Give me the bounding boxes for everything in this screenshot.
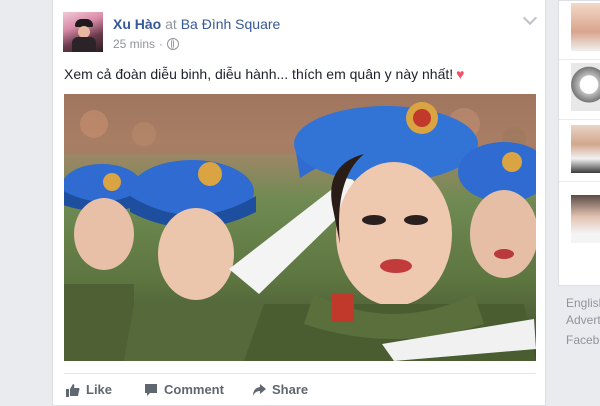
- post-card: Xu Hào at Ba Đình Square 25 mins · Xem c…: [52, 0, 546, 406]
- footer-link-advertising[interactable]: Advert: [566, 313, 600, 327]
- comment-icon: [145, 383, 157, 396]
- post-meta: 25 mins ·: [113, 37, 180, 51]
- place-link[interactable]: Ba Đình Square: [181, 16, 281, 32]
- comment-button[interactable]: Comment: [144, 382, 224, 397]
- rail-divider: [559, 59, 600, 60]
- like-label: Like: [86, 382, 113, 397]
- share-button[interactable]: Share: [252, 382, 308, 397]
- contacts-rail: [558, 0, 600, 286]
- comment-label: Comment: [164, 382, 224, 397]
- post-text-body: Xem cả đoàn diễu binh, diễu hành... thíc…: [64, 66, 454, 82]
- author-name-link[interactable]: Xu Hào: [113, 16, 161, 32]
- thumbs-up-icon: [66, 383, 80, 397]
- chevron-down-icon[interactable]: [522, 10, 538, 26]
- rail-divider: [559, 181, 600, 182]
- post-actions: Like Comment Share: [64, 373, 536, 406]
- photo-illustration: [64, 94, 536, 361]
- timestamp-link[interactable]: 25 mins: [113, 37, 155, 51]
- post-photo[interactable]: [64, 94, 536, 361]
- post-header: Xu Hào at Ba Đình Square: [113, 16, 280, 32]
- footer-link-english[interactable]: English: [566, 296, 600, 310]
- avatar-body-shape: [72, 37, 96, 52]
- share-arrow-icon: [253, 383, 266, 396]
- contact-avatar[interactable]: [571, 63, 600, 111]
- rail-divider: [559, 119, 600, 120]
- contact-avatar[interactable]: [571, 125, 600, 173]
- like-button[interactable]: Like: [66, 382, 112, 397]
- at-word: at: [165, 16, 177, 32]
- heart-emoji-icon: ♥: [456, 66, 465, 82]
- contact-avatar[interactable]: [571, 3, 600, 51]
- contact-avatar[interactable]: [571, 195, 600, 243]
- author-avatar[interactable]: [63, 12, 103, 52]
- post-text: Xem cả đoàn diễu binh, diễu hành... thíc…: [64, 66, 464, 82]
- meta-separator: ·: [159, 37, 164, 51]
- footer-link-facebook[interactable]: Facebo: [566, 333, 600, 347]
- globe-icon[interactable]: [167, 38, 180, 50]
- share-label: Share: [272, 382, 309, 397]
